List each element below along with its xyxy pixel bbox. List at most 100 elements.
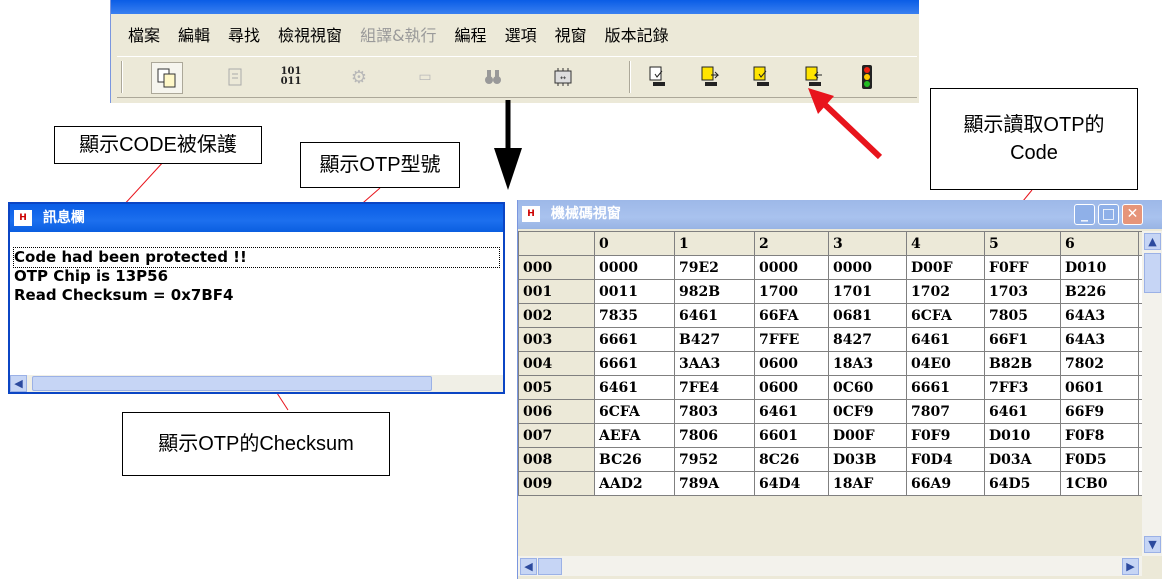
code-cell[interactable]: BC26 xyxy=(594,447,675,472)
code-cell[interactable]: 7835 xyxy=(594,303,675,328)
code-cell[interactable]: D00F xyxy=(906,255,985,280)
code-cell[interactable]: 0600 xyxy=(754,351,829,376)
code-cell[interactable]: 6661 xyxy=(594,351,675,376)
code-cell[interactable]: 7952 xyxy=(674,447,755,472)
code-cell[interactable]: 6461 xyxy=(906,327,985,352)
code-cell[interactable]: F0FF xyxy=(984,255,1061,280)
code-cell[interactable]: 7805 xyxy=(984,303,1061,328)
code-cell[interactable]: F0D5 xyxy=(1060,447,1139,472)
code-cell[interactable]: 04E0 xyxy=(906,351,985,376)
code-cell[interactable]: D010 xyxy=(984,423,1061,448)
code-cell[interactable]: D010 xyxy=(1060,255,1139,280)
code-cell[interactable]: 64A3 xyxy=(1060,327,1139,352)
close-button[interactable]: ✕ xyxy=(1122,204,1143,225)
code-cell[interactable]: 1702 xyxy=(906,279,985,304)
code-cell[interactable]: 8C26 xyxy=(754,447,829,472)
code-cell[interactable]: 6CFA xyxy=(906,303,985,328)
code-cell[interactable]: 982B xyxy=(674,279,755,304)
scroll-thumb[interactable] xyxy=(538,558,562,575)
code-cell[interactable]: 6601 xyxy=(754,423,829,448)
message-hscrollbar[interactable]: ◀ xyxy=(10,375,503,392)
code-cell[interactable]: F0D4 xyxy=(906,447,985,472)
code-cell[interactable]: 1700 xyxy=(754,279,829,304)
code-cell[interactable]: 0000 xyxy=(828,255,907,280)
code-cell[interactable]: 0600 xyxy=(754,375,829,400)
table-row: 008BC2679528C26D03BF0D4D03AF0D51 xyxy=(518,447,1159,472)
code-cell[interactable]: F0F8 xyxy=(1060,423,1139,448)
code-cell[interactable]: 64D5 xyxy=(984,471,1061,496)
row-address: 001 xyxy=(518,279,595,304)
message-window-title: 訊息欄 xyxy=(42,210,85,226)
code-cell[interactable]: 7802 xyxy=(1060,351,1139,376)
code-cell[interactable]: 66FA xyxy=(754,303,829,328)
code-cell[interactable]: B226 xyxy=(1060,279,1139,304)
column-header: 4 xyxy=(906,231,985,256)
code-cell[interactable]: 0681 xyxy=(828,303,907,328)
code-cell[interactable]: 0000 xyxy=(594,255,675,280)
code-cell[interactable]: 0000 xyxy=(754,255,829,280)
code-cell[interactable]: 7FFE xyxy=(754,327,829,352)
scroll-thumb[interactable] xyxy=(1144,253,1161,293)
code-cell[interactable]: 0601 xyxy=(1060,375,1139,400)
code-cell[interactable]: 7FF3 xyxy=(984,375,1061,400)
message-line-checksum[interactable]: Read Checksum = 0x7BF4 xyxy=(14,286,499,305)
code-cell[interactable]: 66F9 xyxy=(1060,399,1139,424)
code-cell[interactable]: 7803 xyxy=(674,399,755,424)
message-line-chip[interactable]: OTP Chip is 13P56 xyxy=(14,267,499,286)
code-cell[interactable]: F0F9 xyxy=(906,423,985,448)
code-cell[interactable]: 79E2 xyxy=(674,255,755,280)
row-address: 005 xyxy=(518,375,595,400)
code-cell[interactable]: 1701 xyxy=(828,279,907,304)
code-cell[interactable]: 6461 xyxy=(984,399,1061,424)
code-cell[interactable]: D00F xyxy=(828,423,907,448)
code-cell[interactable]: 18AF xyxy=(828,471,907,496)
column-header: 5 xyxy=(984,231,1061,256)
code-cell[interactable]: 6CFA xyxy=(594,399,675,424)
minimize-button[interactable]: _ xyxy=(1074,204,1095,225)
code-cell[interactable]: 7FE4 xyxy=(674,375,755,400)
table-row: 0036661B4277FFE8427646166F164A31 xyxy=(518,327,1159,352)
code-cell[interactable]: 66F1 xyxy=(984,327,1061,352)
code-cell[interactable]: 6461 xyxy=(754,399,829,424)
table-row: 009AAD2789A64D418AF66A964D51CB0( xyxy=(518,471,1159,496)
code-cell[interactable]: D03A xyxy=(984,447,1061,472)
code-cell[interactable]: AEFA xyxy=(594,423,675,448)
row-address: 002 xyxy=(518,303,595,328)
scroll-up-button[interactable]: ▲ xyxy=(1144,233,1161,250)
code-cell[interactable]: 3AA3 xyxy=(674,351,755,376)
code-cell[interactable]: 66A9 xyxy=(906,471,985,496)
code-hscrollbar[interactable]: ◀ ▶ xyxy=(518,556,1142,576)
code-cell[interactable]: 0011 xyxy=(594,279,675,304)
code-cell[interactable]: 6461 xyxy=(674,303,755,328)
red-arrow-to-read-button xyxy=(817,97,883,160)
scroll-left-button[interactable]: ◀ xyxy=(520,558,537,575)
code-cell[interactable]: 6461 xyxy=(594,375,675,400)
code-cell[interactable]: 789A xyxy=(674,471,755,496)
code-cell[interactable]: 18A3 xyxy=(828,351,907,376)
code-cell[interactable]: 8427 xyxy=(828,327,907,352)
scroll-thumb[interactable] xyxy=(32,376,432,391)
message-line-protected[interactable]: Code had been protected !! xyxy=(13,247,500,268)
row-address: 007 xyxy=(518,423,595,448)
code-cell[interactable]: B427 xyxy=(674,327,755,352)
code-cell[interactable]: B82B xyxy=(984,351,1061,376)
code-cell[interactable]: AAD2 xyxy=(594,471,675,496)
code-cell[interactable]: 6661 xyxy=(594,327,675,352)
scroll-left-button[interactable]: ◀ xyxy=(10,375,27,392)
column-header: 0 xyxy=(594,231,675,256)
code-cell[interactable]: 0CF9 xyxy=(828,399,907,424)
code-cell[interactable]: 0C60 xyxy=(828,375,907,400)
callout-code-protected: 顯示CODE被保護 xyxy=(54,126,262,164)
code-cell[interactable]: 6661 xyxy=(906,375,985,400)
code-cell[interactable]: 7806 xyxy=(674,423,755,448)
code-cell[interactable]: 1703 xyxy=(984,279,1061,304)
code-vscrollbar[interactable]: ▲ ▼ xyxy=(1142,231,1162,556)
scroll-down-button[interactable]: ▼ xyxy=(1144,536,1161,553)
code-cell[interactable]: 7807 xyxy=(906,399,985,424)
maximize-button[interactable]: □ xyxy=(1098,204,1119,225)
scroll-right-button[interactable]: ▶ xyxy=(1122,558,1139,575)
code-cell[interactable]: 64D4 xyxy=(754,471,829,496)
code-cell[interactable]: 1CB0 xyxy=(1060,471,1139,496)
code-cell[interactable]: D03B xyxy=(828,447,907,472)
code-cell[interactable]: 64A3 xyxy=(1060,303,1139,328)
